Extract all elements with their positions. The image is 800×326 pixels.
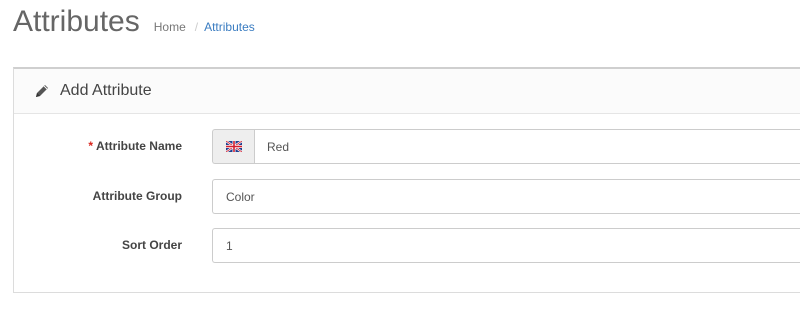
language-addon <box>212 129 254 164</box>
sort-order-input-group <box>212 228 800 263</box>
attribute-group-select[interactable] <box>212 179 800 214</box>
attribute-group-label: Attribute Group <box>92 189 182 203</box>
attribute-name-label: * Attribute Name <box>88 129 182 164</box>
attribute-name-label-text: Attribute Name <box>95 139 182 153</box>
uk-flag-icon <box>225 141 242 152</box>
sort-order-input[interactable] <box>212 228 800 263</box>
form-row-attribute-group: Attribute Group <box>14 179 800 214</box>
form-row-sort-order: Sort Order <box>14 228 800 263</box>
pencil-icon <box>34 83 50 99</box>
panel-heading: Add Attribute <box>14 69 800 114</box>
required-marker: * <box>88 139 93 153</box>
add-attribute-panel: Add Attribute *Attribute Name Attribute … <box>13 67 800 293</box>
page-title: Attributes <box>13 5 140 38</box>
page-header: Attributes Home / Attributes <box>13 0 255 50</box>
sort-order-label: Sort Order <box>121 238 182 252</box>
form-row-attribute-name: * Attribute Name <box>14 129 800 164</box>
panel-title: Add Attribute <box>60 82 152 99</box>
breadcrumb-attributes-link[interactable]: Attributes <box>204 20 255 34</box>
attribute-group-input-group <box>212 179 800 214</box>
attribute-name-input-group <box>212 129 800 164</box>
breadcrumb-home-link[interactable]: Home <box>154 20 186 34</box>
breadcrumb-separator: / <box>194 20 199 34</box>
breadcrumb: Home / Attributes <box>154 20 255 34</box>
attribute-name-input[interactable] <box>254 129 800 164</box>
